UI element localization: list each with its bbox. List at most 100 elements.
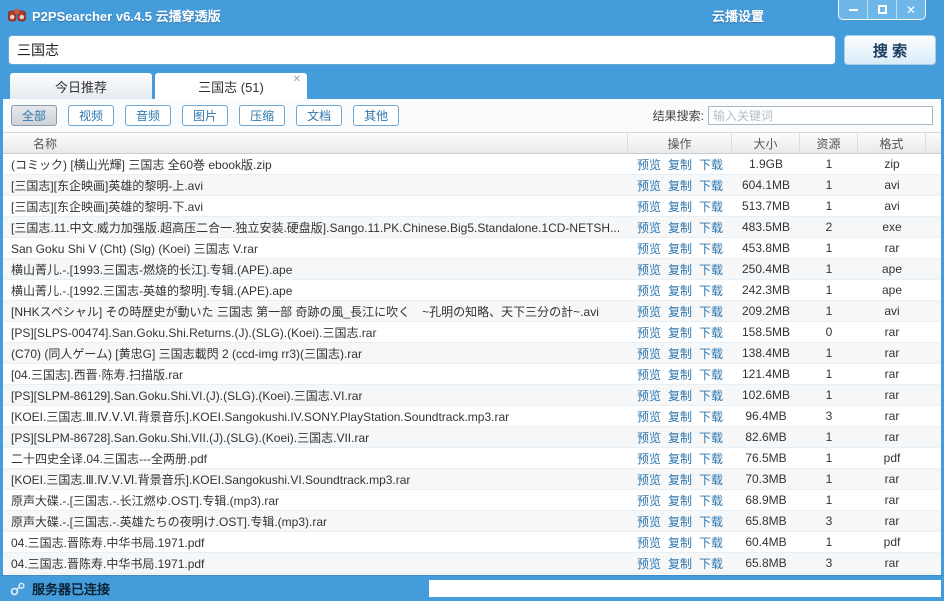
preview-link[interactable]: 预览 [637, 198, 661, 215]
table-row[interactable]: [PS][SLPM-86129].San.Goku.Shi.VI.(J).(SL… [3, 385, 941, 406]
filter-button-0[interactable]: 全部 [11, 105, 57, 126]
download-link[interactable]: 下载 [699, 177, 723, 194]
preview-link[interactable]: 预览 [637, 450, 661, 467]
preview-link[interactable]: 预览 [637, 492, 661, 509]
copy-link[interactable]: 复制 [668, 366, 692, 383]
table-row[interactable]: 04.三国志.晋陈寿.中华书局.1971.pdf预览复制下载60.4MB1pdf [3, 532, 941, 553]
copy-link[interactable]: 复制 [668, 450, 692, 467]
search-button[interactable]: 搜 索 [844, 35, 936, 65]
copy-link[interactable]: 复制 [668, 177, 692, 194]
preview-link[interactable]: 预览 [637, 387, 661, 404]
download-link[interactable]: 下载 [699, 261, 723, 278]
copy-link[interactable]: 复制 [668, 261, 692, 278]
preview-link[interactable]: 预览 [637, 366, 661, 383]
column-header-format[interactable]: 格式 [858, 133, 926, 153]
table-row[interactable]: 原声大碟.-.[三国志.-.英雄たちの夜明け.OST].专辑.(mp3).rar… [3, 511, 941, 532]
copy-link[interactable]: 复制 [668, 303, 692, 320]
table-row[interactable]: 横山菁儿.-.[1993.三国志-燃烧的长江].专辑.(APE).ape预览复制… [3, 259, 941, 280]
table-row[interactable]: (C70) (同人ゲーム) [黄忠G] 三国志載閃 2 (ccd-img rr3… [3, 343, 941, 364]
download-link[interactable]: 下载 [699, 471, 723, 488]
download-link[interactable]: 下载 [699, 387, 723, 404]
copy-link[interactable]: 复制 [668, 408, 692, 425]
copy-link[interactable]: 复制 [668, 198, 692, 215]
preview-link[interactable]: 预览 [637, 534, 661, 551]
column-header-name[interactable]: 名称 [3, 133, 628, 153]
table-row[interactable]: 二十四史全译.04.三国志---全两册.pdf预览复制下载76.5MB1pdf [3, 448, 941, 469]
copy-link[interactable]: 复制 [668, 492, 692, 509]
copy-link[interactable]: 复制 [668, 219, 692, 236]
cloud-settings-button[interactable]: 云播设置 [712, 6, 764, 25]
download-link[interactable]: 下载 [699, 282, 723, 299]
copy-link[interactable]: 复制 [668, 345, 692, 362]
preview-link[interactable]: 预览 [637, 555, 661, 572]
download-link[interactable]: 下载 [699, 366, 723, 383]
preview-link[interactable]: 预览 [637, 282, 661, 299]
copy-link[interactable]: 复制 [668, 429, 692, 446]
preview-link[interactable]: 预览 [637, 303, 661, 320]
filter-button-5[interactable]: 文档 [296, 105, 342, 126]
filter-button-3[interactable]: 图片 [182, 105, 228, 126]
table-row[interactable]: [PS][SLPS-00474].San.Goku.Shi.Returns.(J… [3, 322, 941, 343]
maximize-button[interactable] [867, 0, 896, 19]
download-link[interactable]: 下载 [699, 156, 723, 173]
table-row[interactable]: [PS][SLPM-86728].San.Goku.Shi.VII.(J).(S… [3, 427, 941, 448]
tab-0[interactable]: 今日推荐 [10, 73, 152, 99]
tab-1[interactable]: 三国志 (51)✕ [155, 73, 307, 99]
table-row[interactable]: 原声大碟.-.[三国志.-.长江燃ゆ.OST].专辑.(mp3).rar预览复制… [3, 490, 941, 511]
download-link[interactable]: 下载 [699, 492, 723, 509]
preview-link[interactable]: 预览 [637, 156, 661, 173]
download-link[interactable]: 下载 [699, 450, 723, 467]
table-row[interactable]: [KOEI.三国志.Ⅲ.Ⅳ.Ⅴ.Ⅵ.背景音乐].KOEI.Sangokushi.… [3, 469, 941, 490]
preview-link[interactable]: 预览 [637, 240, 661, 257]
download-link[interactable]: 下载 [699, 513, 723, 530]
preview-link[interactable]: 预览 [637, 408, 661, 425]
minimize-button[interactable] [839, 0, 867, 19]
column-header-resource[interactable]: 资源 [800, 133, 858, 153]
download-link[interactable]: 下载 [699, 408, 723, 425]
preview-link[interactable]: 预览 [637, 219, 661, 236]
table-row[interactable]: [04.三国志].西晋·陈寿.扫描版.rar预览复制下载121.4MB1rar [3, 364, 941, 385]
filter-button-4[interactable]: 压缩 [239, 105, 285, 126]
copy-link[interactable]: 复制 [668, 324, 692, 341]
close-button[interactable]: ✕ [896, 0, 925, 19]
copy-link[interactable]: 复制 [668, 240, 692, 257]
preview-link[interactable]: 预览 [637, 324, 661, 341]
copy-link[interactable]: 复制 [668, 534, 692, 551]
preview-link[interactable]: 预览 [637, 471, 661, 488]
download-link[interactable]: 下载 [699, 303, 723, 320]
download-link[interactable]: 下载 [699, 429, 723, 446]
download-link[interactable]: 下载 [699, 345, 723, 362]
preview-link[interactable]: 预览 [637, 429, 661, 446]
preview-link[interactable]: 预览 [637, 513, 661, 530]
download-link[interactable]: 下载 [699, 534, 723, 551]
filter-button-2[interactable]: 音频 [125, 105, 171, 126]
copy-link[interactable]: 复制 [668, 471, 692, 488]
table-row[interactable]: [三国志][东企映画]英雄的黎明-下.avi预览复制下载513.7MB1avi [3, 196, 941, 217]
copy-link[interactable]: 复制 [668, 282, 692, 299]
table-row[interactable]: [三国志][东企映画]英雄的黎明-上.avi预览复制下载604.1MB1avi [3, 175, 941, 196]
table-row[interactable]: [三国志.11.中文.威力加强版.超高压二合一.独立安装.硬盘版].Sango.… [3, 217, 941, 238]
download-link[interactable]: 下载 [699, 555, 723, 572]
search-input[interactable] [8, 35, 836, 65]
table-row[interactable]: 04.三国志.晋陈寿.中华书局.1971.pdf预览复制下载65.8MB3rar [3, 553, 941, 574]
copy-link[interactable]: 复制 [668, 513, 692, 530]
download-link[interactable]: 下载 [699, 324, 723, 341]
filter-button-6[interactable]: 其他 [353, 105, 399, 126]
preview-link[interactable]: 预览 [637, 177, 661, 194]
preview-link[interactable]: 预览 [637, 345, 661, 362]
column-header-size[interactable]: 大小 [732, 133, 800, 153]
table-row[interactable]: 横山菁儿.-.[1992.三国志-英雄的黎明].专辑.(APE).ape预览复制… [3, 280, 941, 301]
filter-button-1[interactable]: 视频 [68, 105, 114, 126]
result-search-input[interactable] [708, 106, 933, 125]
column-header-operation[interactable]: 操作 [628, 133, 732, 153]
download-link[interactable]: 下载 [699, 219, 723, 236]
table-row[interactable]: [NHKスペシャル] その時歴史が動いた 三国志 第一部 奇跡の風_長江に吹く … [3, 301, 941, 322]
copy-link[interactable]: 复制 [668, 555, 692, 572]
table-row[interactable]: [KOEI.三国志.Ⅲ.Ⅳ.Ⅴ.Ⅵ.背景音乐].KOEI.Sangokushi.… [3, 406, 941, 427]
copy-link[interactable]: 复制 [668, 387, 692, 404]
download-link[interactable]: 下载 [699, 240, 723, 257]
table-row[interactable]: San Goku Shi V (Cht) (Slg) (Koei) 三国志 V.… [3, 238, 941, 259]
download-link[interactable]: 下载 [699, 198, 723, 215]
copy-link[interactable]: 复制 [668, 156, 692, 173]
tab-close-icon[interactable]: ✕ [293, 75, 301, 85]
